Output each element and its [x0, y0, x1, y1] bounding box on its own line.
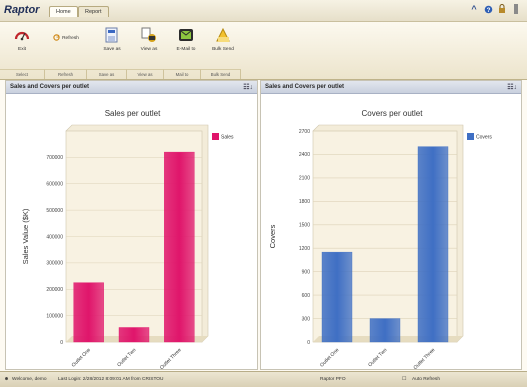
ribbon-group-label: Mail to	[164, 69, 201, 79]
y-tick-label: 700000	[46, 155, 63, 161]
chart-title: Covers per outlet	[361, 109, 423, 118]
tab-home[interactable]: Home	[49, 6, 78, 17]
y-tick-label: 0	[60, 340, 63, 346]
ribbon-toolbar: Exit Refresh Save as View as E-Mail to B…	[0, 22, 527, 80]
svg-text:?: ?	[486, 6, 490, 13]
x-tick-label: Outlet Three	[413, 347, 437, 371]
y-tick-label: 600	[302, 293, 311, 299]
y-tick-label: 300	[302, 316, 311, 322]
bar	[321, 251, 353, 343]
lock-icon[interactable]	[497, 3, 507, 15]
save-icon	[103, 26, 121, 44]
window-controls: ^ ?	[469, 3, 521, 15]
y-tick-label: 1800	[299, 199, 310, 205]
y-tick-label: 2100	[299, 176, 310, 182]
menu-icon[interactable]	[511, 3, 521, 15]
legend-swatch	[212, 133, 219, 140]
x-tick-label: Outlet Two	[116, 347, 137, 368]
panel-header: Sales and Covers per outlet ☷↓	[6, 81, 257, 94]
ribbon-group-label: View as	[127, 69, 164, 79]
covers-chart: 0 300 600 900 1200 1500 1800 2100 2400 2700 Outlet…	[268, 124, 492, 371]
last-login-text: Last Login: 2/28/2012 8:09:01 AM from CR…	[58, 377, 164, 382]
email-icon	[177, 26, 195, 44]
x-tick-label: Outlet One	[71, 347, 92, 368]
save-as-button[interactable]: Save as	[95, 26, 129, 68]
x-tick-label: Outlet Three	[159, 347, 183, 371]
chart-title: Sales per outlet	[104, 109, 161, 118]
bar	[417, 146, 449, 343]
tab-report[interactable]: Report	[78, 6, 109, 17]
y-tick-label: 1200	[299, 246, 310, 252]
legend-swatch	[467, 133, 474, 140]
collapse-ribbon-icon[interactable]: ^	[469, 3, 479, 15]
y-tick-label: 900	[302, 269, 311, 275]
y-tick-label: 1500	[299, 223, 310, 229]
view-icon	[140, 26, 158, 44]
ribbon-group-label: Save as	[87, 69, 127, 79]
bar	[369, 318, 401, 343]
y-tick-label: 500000	[46, 208, 63, 214]
view-as-button[interactable]: View as	[132, 26, 166, 68]
user-icon: ☻	[4, 377, 10, 382]
y-tick-label: 400000	[46, 234, 63, 240]
y-tick-label: 2700	[299, 129, 310, 135]
panel-options-icon[interactable]: ☷↓	[507, 83, 517, 91]
panel-options-icon[interactable]: ☷↓	[243, 83, 253, 91]
ribbon-group-label: Bulk Send	[201, 69, 241, 79]
y-tick-label: 0	[307, 340, 310, 346]
bulk-send-icon	[214, 26, 232, 44]
refresh-icon	[53, 34, 60, 43]
gauge-icon	[13, 26, 31, 44]
bar	[73, 282, 104, 343]
ribbon-group-label: Refresh	[45, 69, 87, 79]
app-logo: Raptor	[4, 4, 40, 16]
title-bar: Raptor Home Report ^ ?	[0, 0, 527, 22]
auto-refresh-label: Auto Refresh	[412, 377, 440, 382]
y-tick-label: 100000	[46, 313, 63, 319]
ribbon-group-label: Select	[0, 69, 45, 79]
status-bar: ☻ Welcome, demo Last Login: 2/28/2012 8:…	[0, 371, 527, 387]
welcome-text: Welcome, demo	[12, 377, 47, 382]
y-tick-label: 2400	[299, 152, 310, 158]
bar	[164, 151, 195, 343]
x-tick-label: Outlet One	[319, 347, 340, 368]
x-tick-label: Outlet Two	[367, 347, 388, 368]
auto-refresh-checkbox[interactable]: ☐	[402, 377, 406, 382]
legend-label: Covers	[476, 135, 492, 141]
sales-chart: 0 100000 200000 300000 400000 500000 600000 700…	[21, 124, 234, 371]
y-tick-label: 200000	[46, 287, 63, 293]
y-tick-label: 300000	[46, 261, 63, 267]
y-tick-label: 600000	[46, 182, 63, 188]
exit-button[interactable]: Exit	[5, 26, 39, 68]
email-to-button[interactable]: E-Mail to	[169, 26, 203, 68]
bar	[118, 327, 150, 343]
panel-header: Sales and Covers per outlet ☷↓	[261, 81, 521, 94]
covers-panel: Sales and Covers per outlet ☷↓ Covers pe…	[260, 80, 522, 371]
bulk-send-button[interactable]: Bulk Send	[206, 26, 240, 68]
y-axis-title: Covers	[268, 224, 277, 248]
chart-legend: Covers	[467, 133, 492, 141]
legend-label: Sales	[221, 135, 234, 141]
y-axis-title: Sales Value ($K)	[21, 208, 30, 264]
chart-legend: Sales	[212, 133, 234, 141]
help-icon[interactable]: ?	[483, 3, 493, 15]
sales-panel: Sales and Covers per outlet ☷↓ Sales per…	[5, 80, 258, 371]
product-name: Raptor PFO	[320, 377, 346, 382]
